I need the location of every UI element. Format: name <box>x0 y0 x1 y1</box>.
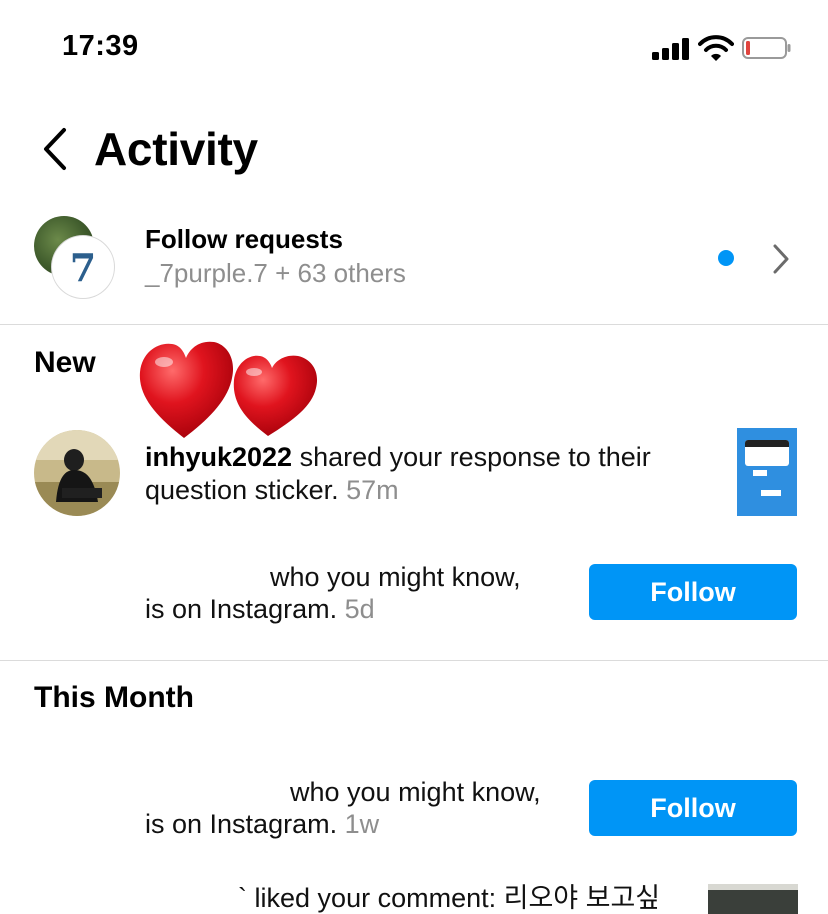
suggestion-line-1: who you might know, <box>290 777 541 807</box>
follow-requests-row[interactable]: 7 Follow requests _7purple.7 + 63 others <box>0 208 828 318</box>
status-bar: 17:39 <box>0 0 828 90</box>
divider <box>0 660 828 661</box>
notification-liked-text: ` liked your comment: 리오야 보고싶 <box>238 882 660 914</box>
story-thumbnail[interactable] <box>737 428 797 516</box>
battery-low-icon <box>742 37 791 59</box>
suggestion-line-2: is on Instagram. 1w <box>145 808 379 841</box>
suggestion-body: is on Instagram. <box>145 809 338 839</box>
heart-emoji-icon <box>139 341 318 438</box>
username-link[interactable]: inhyuk2022 <box>145 442 292 472</box>
suggestion-body: is on Instagram. <box>145 594 338 624</box>
follow-button[interactable]: Follow <box>589 564 797 620</box>
avatar-badge: 7 <box>52 236 114 298</box>
follow-requests-title: Follow requests <box>145 224 343 254</box>
follow-button[interactable]: Follow <box>589 780 797 836</box>
follow-requests-avatar: 7 <box>34 216 118 298</box>
suggestion-line-2: is on Instagram. 5d <box>145 593 375 626</box>
chevron-right-icon[interactable] <box>770 242 792 276</box>
thumbnail-button <box>753 470 767 476</box>
post-thumbnail[interactable] <box>708 884 798 914</box>
thumbnail-card-header <box>745 440 789 447</box>
section-title-this-month: This Month <box>34 681 194 714</box>
thumbnail-strip <box>708 884 798 890</box>
username-remnant: ` <box>238 883 247 913</box>
status-time: 17:39 <box>62 30 139 62</box>
chevron-left-icon[interactable] <box>38 124 72 174</box>
follow-requests-subtitle: _7purple.7 + 63 others <box>145 258 406 288</box>
header: Activity <box>0 110 828 190</box>
cellular-signal-icon <box>652 38 690 60</box>
timestamp: 57m <box>346 475 399 505</box>
timestamp: 5d <box>344 594 375 624</box>
timestamp: 1w <box>344 809 380 839</box>
suggestion-line-1: who you might know, <box>270 562 521 592</box>
divider <box>0 324 828 325</box>
wifi-icon <box>698 35 734 61</box>
avatar[interactable] <box>34 430 120 516</box>
page-title: Activity <box>94 123 258 175</box>
notification-body: liked your comment: 리오야 보고싶 <box>254 883 661 913</box>
section-title-new: New <box>34 346 96 379</box>
avatar-photo <box>34 430 120 516</box>
thumbnail-button <box>761 490 781 496</box>
unread-dot-icon <box>718 250 734 266</box>
notification-shared-text: inhyuk2022 shared your response to their… <box>145 441 715 507</box>
